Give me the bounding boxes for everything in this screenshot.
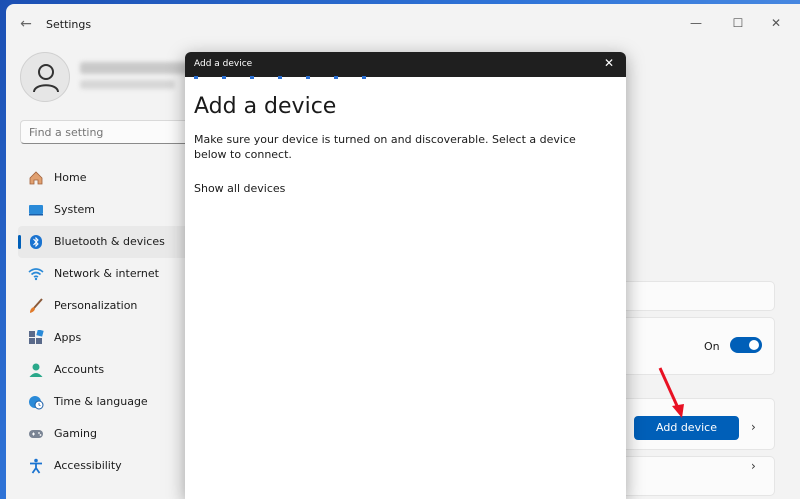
close-window-button[interactable]: ✕ — [761, 12, 791, 34]
sidebar-item-home[interactable]: Home — [18, 162, 198, 194]
chevron-right-icon[interactable]: › — [751, 459, 756, 473]
blurred-user-email — [80, 80, 175, 89]
close-icon[interactable]: ✕ — [604, 56, 614, 70]
app-title: Settings — [46, 18, 92, 31]
wifi-icon — [28, 268, 44, 281]
home-icon — [29, 171, 43, 185]
dialog-heading: Add a device — [194, 94, 337, 119]
gamepad-icon — [29, 430, 43, 438]
title-bar: ← Settings — ☐ ✕ — [6, 4, 800, 44]
search-input[interactable] — [20, 120, 200, 144]
sidebar-item-apps[interactable]: Apps — [18, 322, 198, 354]
sidebar-item-accessibility[interactable]: Accessibility — [18, 450, 198, 482]
person-icon — [33, 64, 59, 93]
sidebar-item-label: Network & internet — [54, 267, 159, 280]
avatar — [20, 52, 70, 102]
sidebar-item-time-language[interactable]: Time & language — [18, 386, 198, 418]
bluetooth-icon — [30, 235, 42, 249]
sidebar-item-bluetooth[interactable]: Bluetooth & devices — [18, 226, 198, 258]
dialog-title: Add a device — [194, 59, 253, 69]
blurred-user-name — [80, 62, 190, 74]
person-icon — [29, 363, 43, 377]
sidebar-item-label: Accounts — [54, 363, 105, 376]
add-device-dialog: Add a device ✕ Add a device Make sure yo… — [185, 52, 626, 499]
dialog-description: Make sure your device is turned on and d… — [194, 133, 576, 161]
maximize-button[interactable]: ☐ — [723, 12, 753, 34]
sidebar-item-gaming[interactable]: Gaming — [18, 418, 198, 450]
settings-card[interactable] — [620, 281, 775, 311]
show-all-devices-link[interactable]: Show all devices — [194, 182, 285, 195]
minimize-button[interactable]: — — [681, 12, 711, 34]
sidebar-item-label: Apps — [54, 331, 82, 344]
system-icon — [29, 205, 43, 216]
sidebar-item-system[interactable]: System — [18, 194, 198, 226]
accessibility-icon — [30, 458, 42, 474]
sidebar-item-label: System — [54, 203, 96, 216]
back-arrow-icon[interactable]: ← — [18, 16, 34, 32]
sidebar-item-label: Bluetooth & devices — [54, 235, 165, 248]
sidebar-item-label: Time & language — [54, 395, 148, 408]
toggle-state-label: On — [704, 340, 720, 353]
brush-icon — [30, 298, 43, 313]
dialog-title-bar: Add a device ✕ — [185, 52, 626, 77]
sidebar-item-accounts[interactable]: Accounts — [18, 354, 198, 386]
sidebar-item-personalization[interactable]: Personalization — [18, 290, 198, 322]
sidebar-nav: Home System Bluetooth & devices Network … — [18, 162, 198, 482]
sidebar-item-label: Accessibility — [54, 459, 122, 472]
sidebar-item-label: Gaming — [54, 427, 97, 440]
progress-dots — [194, 76, 374, 79]
sidebar-item-label: Home — [54, 171, 87, 184]
apps-icon — [29, 330, 44, 344]
bluetooth-toggle[interactable] — [730, 337, 762, 353]
globe-clock-icon — [29, 396, 44, 410]
sidebar-item-network[interactable]: Network & internet — [18, 258, 198, 290]
red-arrow-annotation — [658, 367, 684, 418]
chevron-right-icon[interactable]: › — [751, 420, 756, 434]
user-profile[interactable] — [20, 52, 190, 112]
toggle-knob — [749, 340, 759, 350]
sidebar-item-label: Personalization — [54, 299, 138, 312]
